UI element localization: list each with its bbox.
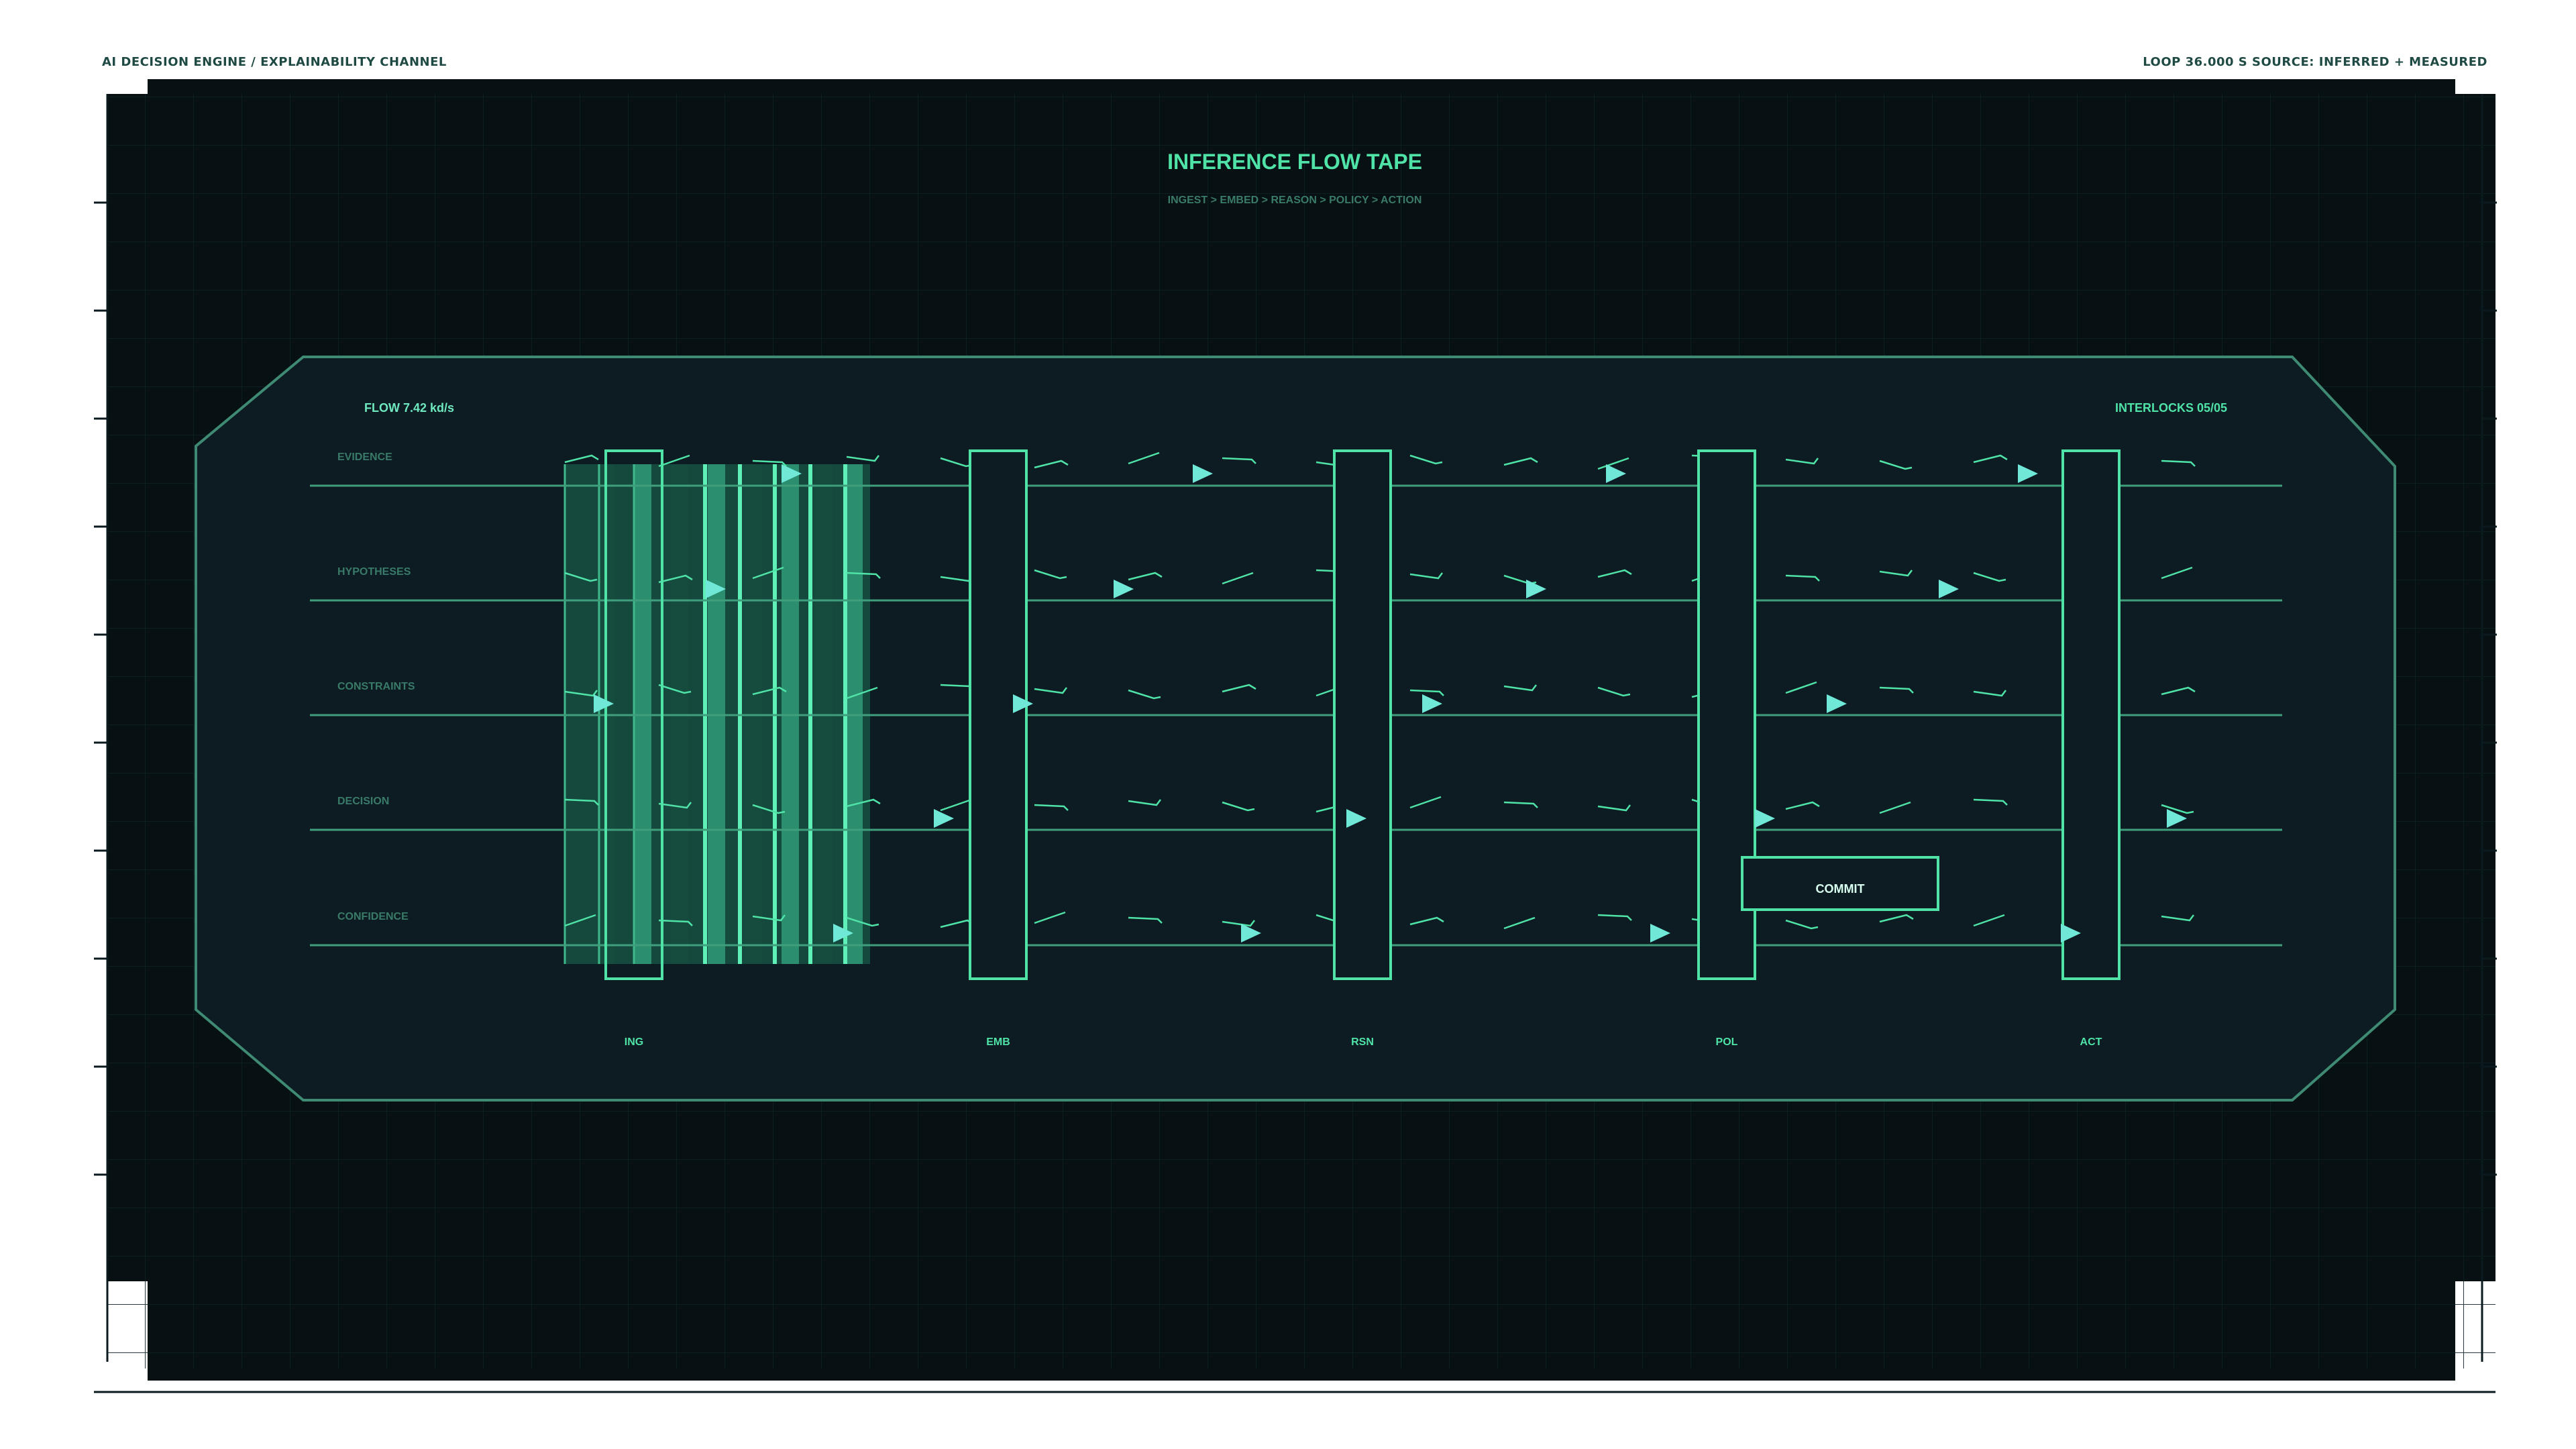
page: AI DECISION ENGINE / EXPLAINABILITY CHAN… <box>0 0 2576 1449</box>
stage-label-rsn: RSN <box>1351 1036 1374 1048</box>
lane-label-hypotheses: HYPOTHESES <box>337 566 411 578</box>
inference-flow-diagram: INFERENCE FLOW TAPE INGEST > EMBED > REA… <box>94 79 2497 1393</box>
lane-label-constraints: CONSTRAINTS <box>337 681 415 692</box>
interlocks-readout: INTERLOCKS 05/05 <box>2115 401 2227 415</box>
lane-label-evidence: EVIDENCE <box>337 451 392 463</box>
commit-label: COMMIT <box>1816 882 1865 896</box>
lane-label-decision: DECISION <box>337 796 389 807</box>
stage-gate-act <box>2061 449 2121 980</box>
stage-gate-emb <box>969 449 1028 980</box>
lane-label-confidence: CONFIDENCE <box>337 911 409 922</box>
stage-label-act: ACT <box>2080 1036 2102 1048</box>
diagram-subtitle: INGEST > EMBED > REASON > POLICY > ACTIO… <box>1168 195 1422 206</box>
stage-label-emb: EMB <box>986 1036 1010 1048</box>
stage-gate-ing <box>604 449 663 980</box>
stage-label-ing: ING <box>625 1036 643 1048</box>
diagram-title: INFERENCE FLOW TAPE <box>1167 150 1422 174</box>
flow-readout: FLOW 7.42 kd/s <box>364 401 454 415</box>
commit-box[interactable]: COMMIT <box>1741 856 1939 911</box>
stage-label-pol: POL <box>1716 1036 1738 1048</box>
stage-gate-rsn <box>1333 449 1392 980</box>
